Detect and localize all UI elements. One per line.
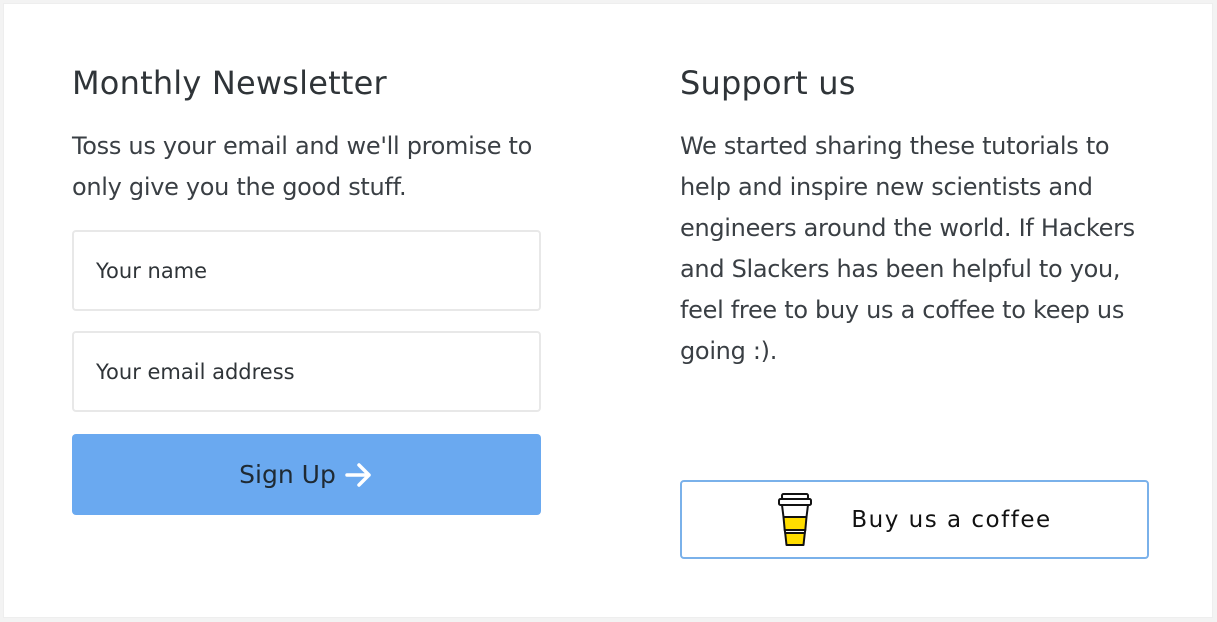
buy-coffee-label: Buy us a coffee [851, 506, 1052, 533]
buy-coffee-button[interactable]: Buy us a coffee [680, 480, 1149, 559]
coffee-cup-icon [778, 492, 813, 546]
newsletter-description: Toss us your email and we'll promise to … [72, 132, 532, 201]
email-input[interactable] [72, 331, 541, 412]
sign-up-label: Sign Up [239, 460, 336, 489]
newsletter-title: Monthly Newsletter [72, 64, 387, 102]
support-title: Support us [680, 64, 856, 102]
sign-up-button[interactable]: Sign Up [72, 434, 541, 515]
name-input[interactable] [72, 230, 541, 311]
footer-card: Monthly Newsletter Toss us your email an… [3, 3, 1213, 618]
arrow-right-icon [345, 462, 371, 487]
support-description: We started sharing these tutorials to he… [680, 132, 1135, 365]
